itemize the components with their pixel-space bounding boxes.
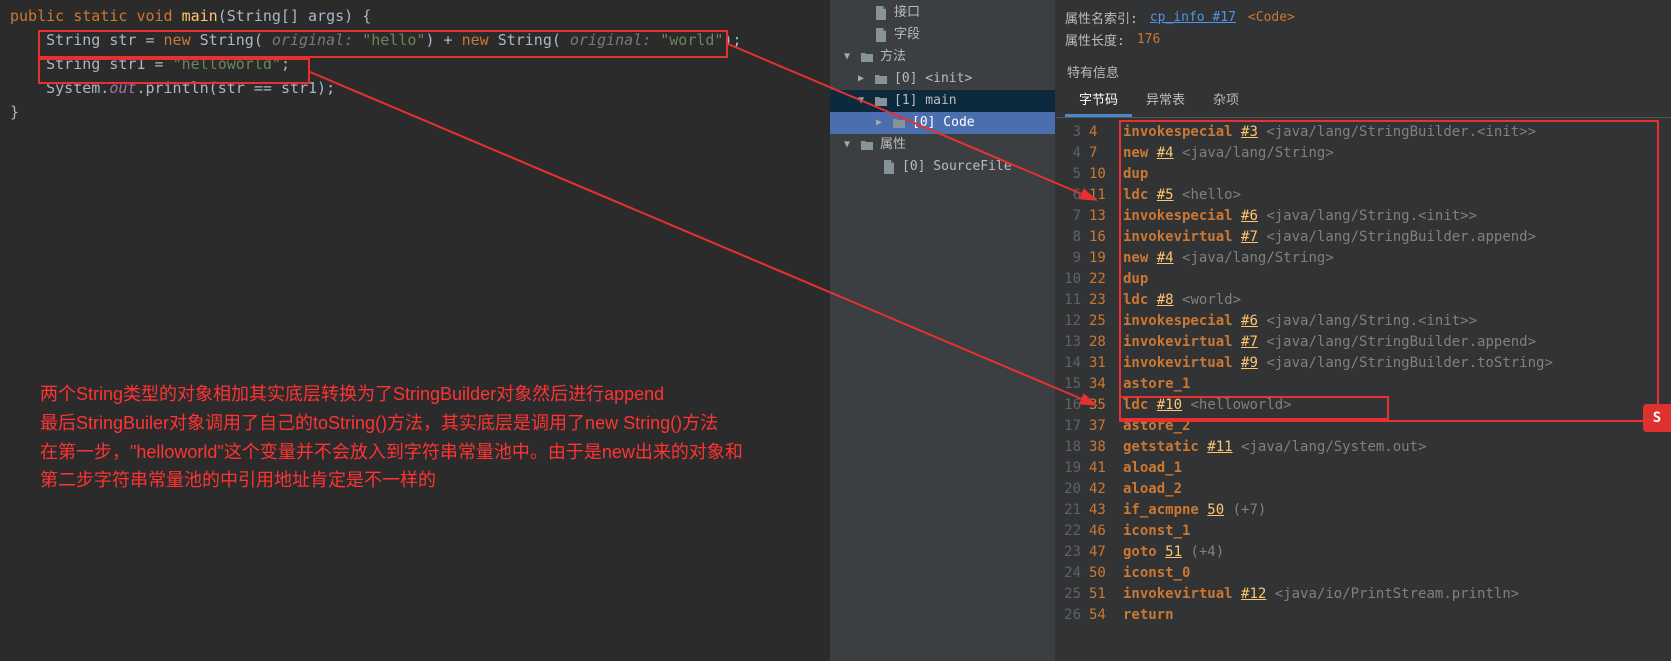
annotation-line: 最后StringBuiler对象调用了自己的toString()方法，其实底层是… — [40, 409, 743, 438]
code-editor[interactable]: public static void main(String[] args) {… — [0, 0, 830, 661]
tree-item[interactable]: 接口 — [830, 2, 1055, 24]
bytecode-line[interactable]: 1022dup — [1055, 269, 1671, 290]
prop-link-cpinfo[interactable]: cp_info #17 — [1150, 10, 1236, 25]
folder-icon — [892, 116, 906, 130]
side-button-label: S — [1653, 410, 1661, 426]
bytecode-line[interactable]: 1534astore_1 — [1055, 374, 1671, 395]
tree-item-label: [1] main — [894, 90, 957, 112]
bytecode-line[interactable]: 1941aload_1 — [1055, 458, 1671, 479]
tree-item-label: [0] <init> — [894, 68, 972, 90]
prop-label-length: 属性长度: — [1065, 30, 1125, 49]
tree-arrow-icon: ▶ — [858, 68, 868, 90]
bytecode-line[interactable]: 34invokespecial #3 <java/lang/StringBuil… — [1055, 122, 1671, 143]
code-line[interactable]: public static void main(String[] args) { — [10, 4, 820, 28]
structure-tree[interactable]: 接口字段 ▼ 方法 ▶ [0] <init> ▼ [1] main ▶ [0] Code ▼ 属性[… — [830, 0, 1055, 661]
bytecode-line[interactable]: 816invokevirtual #7 <java/lang/StringBui… — [1055, 227, 1671, 248]
tabs-bar: 字节码异常表杂项 — [1055, 83, 1671, 118]
file-icon — [882, 160, 896, 174]
bytecode-line[interactable]: 2551invokevirtual #12 <java/io/PrintStre… — [1055, 584, 1671, 605]
tree-item[interactable]: ▶ [0] <init> — [830, 68, 1055, 90]
code-line[interactable]: System.out.println(str == str1); — [10, 76, 820, 100]
tree-arrow-icon: ▼ — [844, 46, 854, 68]
tree-item-label: 方法 — [880, 46, 906, 68]
annotation-line: 第二步字符串常量池的中引用地址肯定是不一样的 — [40, 466, 743, 495]
tree-arrow-icon: ▼ — [858, 90, 868, 112]
bytecode-panel[interactable]: 34invokespecial #3 <java/lang/StringBuil… — [1055, 118, 1671, 661]
tree-item-label: [0] Code — [912, 112, 975, 134]
code-line[interactable]: String str = new String( original: "hell… — [10, 28, 820, 52]
bytecode-line[interactable]: 2450iconst_0 — [1055, 563, 1671, 584]
tree-item[interactable]: ▶ [0] Code — [830, 112, 1055, 134]
bytecode-line[interactable]: 2654return — [1055, 605, 1671, 626]
code-line[interactable]: } — [10, 100, 820, 124]
tree-item[interactable]: ▼ [1] main — [830, 90, 1055, 112]
bytecode-line[interactable]: 1328invokevirtual #7 <java/lang/StringBu… — [1055, 332, 1671, 353]
bytecode-line[interactable]: 1123ldc #8 <world> — [1055, 290, 1671, 311]
side-button[interactable]: S — [1643, 404, 1671, 432]
bytecode-line[interactable]: 1225invokespecial #6 <java/lang/String.<… — [1055, 311, 1671, 332]
prop-code-tag: <Code> — [1248, 10, 1295, 25]
tree-item[interactable]: ▼ 属性 — [830, 134, 1055, 156]
prop-value-length: 176 — [1137, 32, 1160, 47]
code-line[interactable]: String str1 = "helloworld"; — [10, 52, 820, 76]
bytecode-line[interactable]: 1431invokevirtual #9 <java/lang/StringBu… — [1055, 353, 1671, 374]
bytecode-line[interactable]: 1838getstatic #11 <java/lang/System.out> — [1055, 437, 1671, 458]
details-panel: 属性名索引: cp_info #17 <Code> 属性长度: 176 特有信息… — [1055, 0, 1671, 661]
bytecode-line[interactable]: 2143if_acmpne 50 (+7) — [1055, 500, 1671, 521]
section-header: 特有信息 — [1055, 56, 1671, 83]
tree-item-label: 属性 — [880, 134, 906, 156]
file-icon — [874, 28, 888, 42]
folder-icon — [874, 72, 888, 86]
tab-异常表[interactable]: 异常表 — [1132, 83, 1199, 117]
prop-label-name-index: 属性名索引: — [1065, 8, 1138, 27]
bytecode-line[interactable]: 713invokespecial #6 <java/lang/String.<i… — [1055, 206, 1671, 227]
bytecode-line[interactable]: 2347goto 51 (+4) — [1055, 542, 1671, 563]
annotation-line: 在第一步，"helloworld"这个变量并不会放入到字符串常量池中。由于是ne… — [40, 438, 743, 467]
bytecode-line[interactable]: 510dup — [1055, 164, 1671, 185]
annotation-text: 两个String类型的对象相加其实底层转换为了StringBuilder对象然后… — [40, 380, 743, 495]
bytecode-line[interactable]: 47new #4 <java/lang/String> — [1055, 143, 1671, 164]
bytecode-line[interactable]: 611ldc #5 <hello> — [1055, 185, 1671, 206]
folder-icon — [860, 138, 874, 152]
tab-杂项[interactable]: 杂项 — [1199, 83, 1253, 117]
annotation-line: 两个String类型的对象相加其实底层转换为了StringBuilder对象然后… — [40, 380, 743, 409]
folder-icon — [860, 50, 874, 64]
bytecode-line[interactable]: 2246iconst_1 — [1055, 521, 1671, 542]
tree-item-label: 接口 — [894, 2, 920, 24]
bytecode-line[interactable]: 1737astore_2 — [1055, 416, 1671, 437]
tree-item[interactable]: 字段 — [830, 24, 1055, 46]
tree-item-label: 字段 — [894, 24, 920, 46]
file-icon — [874, 6, 888, 20]
tree-item[interactable]: [0] SourceFile — [830, 156, 1055, 178]
tree-item[interactable]: ▼ 方法 — [830, 46, 1055, 68]
properties-section: 属性名索引: cp_info #17 <Code> 属性长度: 176 — [1055, 0, 1671, 56]
bytecode-line[interactable]: 1635ldc #10 <helloworld> — [1055, 395, 1671, 416]
tree-item-label: [0] SourceFile — [902, 156, 1012, 178]
bytecode-line[interactable]: 2042aload_2 — [1055, 479, 1671, 500]
folder-icon — [874, 94, 888, 108]
tree-arrow-icon: ▶ — [876, 112, 886, 134]
tree-arrow-icon: ▼ — [844, 134, 854, 156]
bytecode-line[interactable]: 919new #4 <java/lang/String> — [1055, 248, 1671, 269]
tab-字节码[interactable]: 字节码 — [1065, 83, 1132, 117]
